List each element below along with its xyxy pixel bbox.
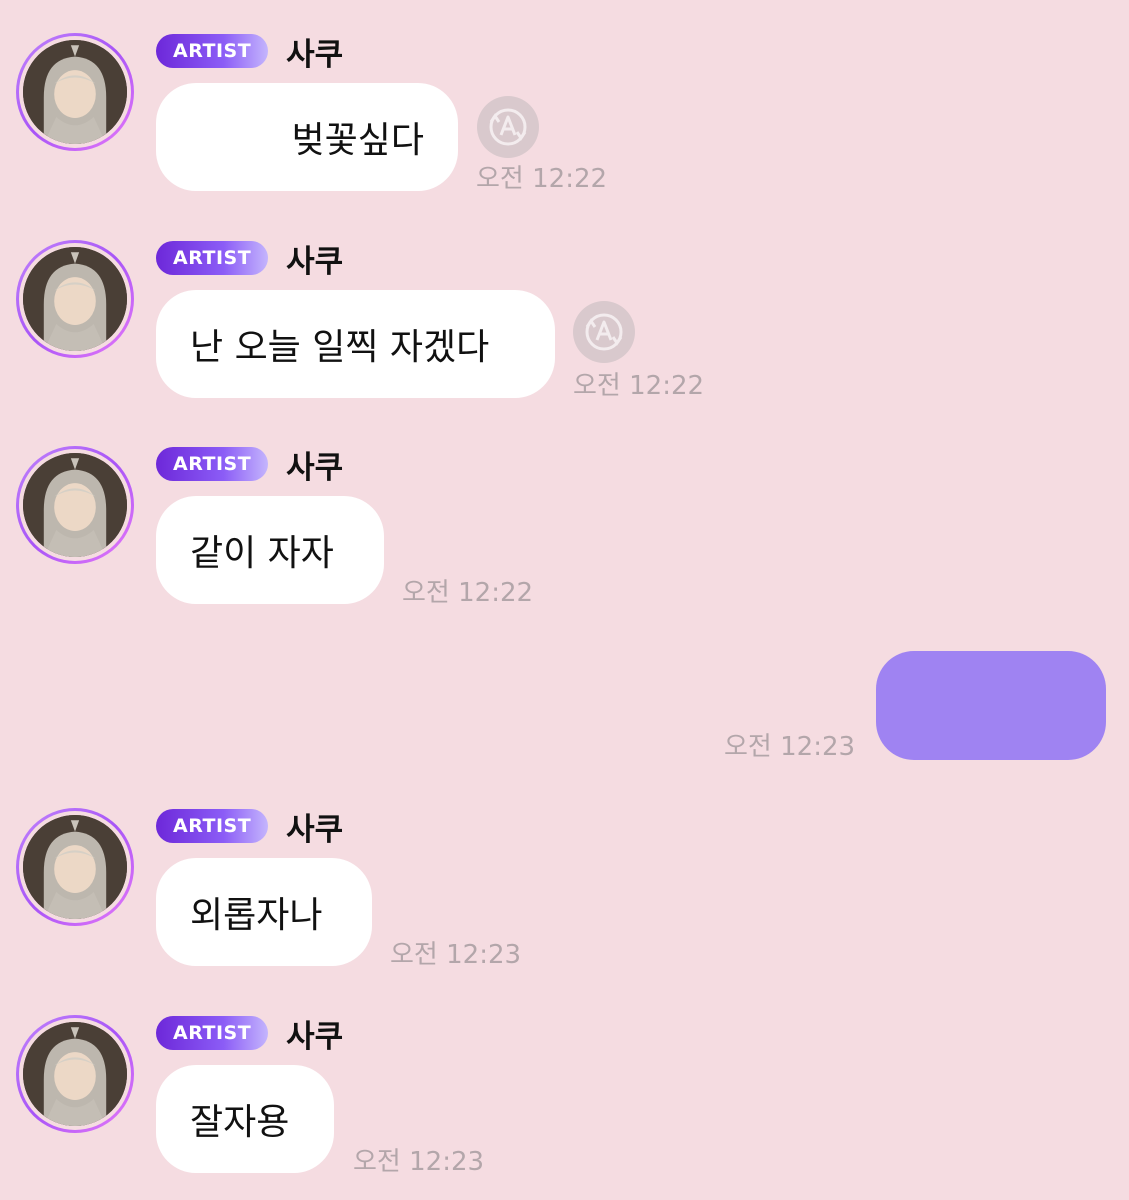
message-header: ARTIST 사쿠 xyxy=(156,808,343,848)
artist-badge: ARTIST xyxy=(156,809,269,843)
message-header: ARTIST 사쿠 xyxy=(156,240,343,280)
artist-badge: ARTIST xyxy=(156,34,269,68)
message-text: 잘자용 xyxy=(190,1102,290,1143)
message-time: 오전 12:23 xyxy=(390,940,522,970)
artist-badge: ARTIST xyxy=(156,447,269,481)
message-text: 난 오늘 일찍 자겠다 xyxy=(190,327,490,368)
message-header: ARTIST 사쿠 xyxy=(156,446,343,486)
message-bubble[interactable]: 같이 자자 xyxy=(156,496,384,604)
message-text: 같이 자자 xyxy=(190,533,334,574)
avatar[interactable] xyxy=(16,240,134,358)
sender-name: 사쿠 xyxy=(286,1018,344,1055)
message-header: ARTIST 사쿠 xyxy=(156,1015,343,1055)
message-bubble[interactable]: 벚꽃싶다 xyxy=(156,83,458,191)
avatar[interactable] xyxy=(16,446,134,564)
my-message-bubble[interactable] xyxy=(876,651,1106,760)
translate-button[interactable] xyxy=(573,301,635,363)
message-bubble[interactable]: 외롭자나 xyxy=(156,858,372,966)
sender-name: 사쿠 xyxy=(286,449,344,486)
artist-badge: ARTIST xyxy=(156,1016,269,1050)
translate-button[interactable] xyxy=(477,96,539,158)
chat-thread: ARTIST 사쿠 벚꽃싶다 오전 12:22 ARTIST 사쿠 난 오늘 일… xyxy=(0,0,1129,1200)
avatar-photo xyxy=(23,1022,127,1126)
message-time: 오전 12:22 xyxy=(573,371,705,401)
avatar[interactable] xyxy=(16,1015,134,1133)
translate-a-icon xyxy=(585,313,623,351)
message-text: 외롭자나 xyxy=(190,895,323,936)
message-header: ARTIST 사쿠 xyxy=(156,33,343,73)
avatar[interactable] xyxy=(16,808,134,926)
message-bubble[interactable]: 난 오늘 일찍 자겠다 xyxy=(156,290,555,398)
message-text: 벚꽃싶다 xyxy=(291,120,424,161)
message-time: 오전 12:22 xyxy=(476,164,608,194)
message-time: 오전 12:22 xyxy=(402,578,534,608)
sender-name: 사쿠 xyxy=(286,36,344,73)
message-time: 오전 12:23 xyxy=(353,1147,485,1177)
message-bubble[interactable]: 잘자용 xyxy=(156,1065,334,1173)
avatar-photo xyxy=(23,815,127,919)
avatar[interactable] xyxy=(16,33,134,151)
avatar-photo xyxy=(23,247,127,351)
translate-a-icon xyxy=(489,108,527,146)
artist-badge: ARTIST xyxy=(156,241,269,275)
sender-name: 사쿠 xyxy=(286,243,344,280)
sender-name: 사쿠 xyxy=(286,811,344,848)
my-message-time: 오전 12:23 xyxy=(724,732,856,762)
avatar-photo xyxy=(23,453,127,557)
avatar-photo xyxy=(23,40,127,144)
